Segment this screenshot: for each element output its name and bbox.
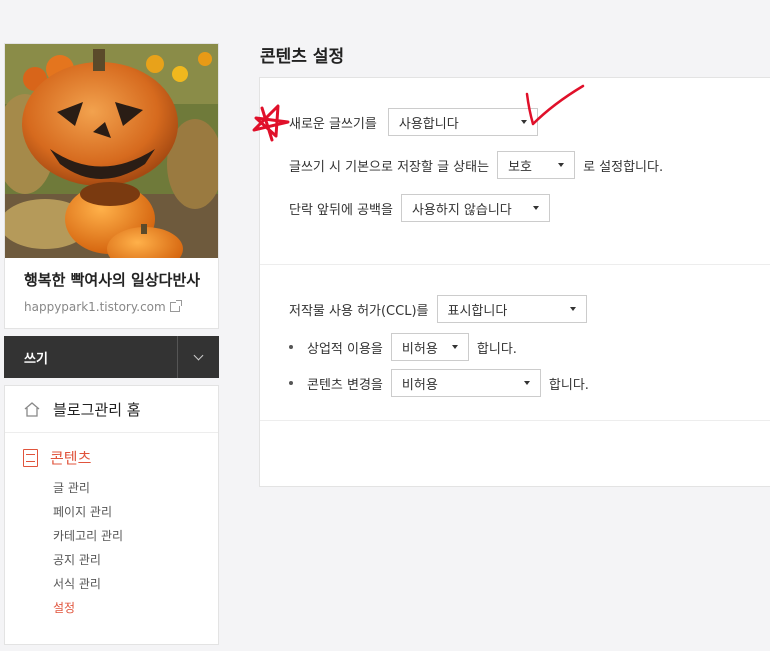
dropdown-arrow-icon [523,381,530,385]
default-status-suffix: 로 설정합니다. [583,159,664,175]
submenu-item-templates[interactable]: 서식 관리 [53,572,218,596]
ccl-select[interactable]: 표시합니다 [436,295,587,323]
write-button[interactable]: 쓰기 [24,348,48,367]
admin-menu: 블로그관리 홈 콘텐츠 글 관리 페이지 관리 카테고리 관리 공지 관리 서식… [4,385,219,645]
commercial-use-label: 상업적 이용을 [307,341,383,357]
commercial-use-select-value: 비허용 [401,341,438,357]
modification-row: 콘텐츠 변경을 비허용 합니다. [289,369,589,397]
modification-suffix: 합니다. [548,377,589,393]
external-link-icon[interactable] [169,300,182,312]
modification-select-value: 비허용 [401,377,438,393]
editor-settings-section: 새로운 글쓰기를 사용합니다 글쓰기 시 기본으로 저장할 글 상태는 보호 로… [260,78,770,265]
content-settings-panel: 새로운 글쓰기를 사용합니다 글쓰기 시 기본으로 저장할 글 상태는 보호 로… [259,77,770,487]
default-status-label: 글쓰기 시 기본으로 저장할 글 상태는 [289,159,490,175]
paragraph-spacing-select[interactable]: 사용하지 않습니다 [400,194,550,222]
write-options-toggle[interactable] [177,336,219,378]
page-title: 콘텐츠 설정 [260,47,345,67]
ccl-row: 저작물 사용 허가(CCL)를 표시합니다 [289,295,587,323]
ccl-label: 저작물 사용 허가(CCL)를 [289,303,429,319]
modification-select[interactable]: 비허용 [390,369,541,397]
blog-title[interactable]: 행복한 빡여사의 일상다반사 [24,270,204,291]
new-editor-select[interactable]: 사용합니다 [387,108,538,136]
default-status-row: 글쓰기 시 기본으로 저장할 글 상태는 보호 로 설정합니다. [289,151,663,179]
commercial-use-select[interactable]: 비허용 [390,333,469,361]
menu-section-content-label: 콘텐츠 [50,449,92,467]
submenu-item-posts[interactable]: 글 관리 [53,476,218,500]
new-editor-select-value: 사용합니다 [398,116,459,132]
document-icon [23,448,38,467]
blog-url[interactable]: happypark1.tistory.com [24,300,204,314]
content-submenu: 글 관리 페이지 관리 카테고리 관리 공지 관리 서식 관리 설정 [23,476,218,620]
blog-thumbnail[interactable] [5,44,218,258]
blog-profile-card: 행복한 빡여사의 일상다반사 happypark1.tistory.com [4,43,219,329]
bullet-icon [289,381,293,385]
menu-section-content-head[interactable]: 콘텐츠 [23,447,218,468]
ccl-select-value: 표시합니다 [447,303,508,319]
paragraph-spacing-select-value: 사용하지 않습니다 [411,202,512,218]
ccl-settings-section: 저작물 사용 허가(CCL)를 표시합니다 상업적 이용을 비허용 합니다. 콘… [260,265,770,421]
sidebar: 행복한 빡여사의 일상다반사 happypark1.tistory.com 쓰기… [4,43,219,645]
home-icon [23,401,41,417]
modification-label: 콘텐츠 변경을 [307,377,383,393]
blog-meta: 행복한 빡여사의 일상다반사 happypark1.tistory.com [5,258,218,328]
submenu-item-pages[interactable]: 페이지 관리 [53,500,218,524]
commercial-use-suffix: 합니다. [476,341,517,357]
new-editor-label: 새로운 글쓰기를 [289,116,377,132]
write-bar: 쓰기 [4,336,219,378]
dropdown-arrow-icon [532,206,539,210]
menu-section-content: 콘텐츠 글 관리 페이지 관리 카테고리 관리 공지 관리 서식 관리 설정 [5,433,218,620]
paragraph-spacing-label: 단락 앞뒤에 공백을 [289,202,393,218]
submenu-item-categories[interactable]: 카테고리 관리 [53,524,218,548]
new-editor-row: 새로운 글쓰기를 사용합니다 [289,108,538,136]
submenu-item-settings[interactable]: 설정 [53,596,218,620]
dropdown-arrow-icon [451,345,458,349]
dropdown-arrow-icon [569,307,576,311]
submenu-item-notices[interactable]: 공지 관리 [53,548,218,572]
menu-home-label: 블로그관리 홈 [53,400,141,419]
paragraph-spacing-row: 단락 앞뒤에 공백을 사용하지 않습니다 [289,194,550,222]
bullet-icon [289,345,293,349]
dropdown-arrow-icon [558,163,565,167]
default-status-select[interactable]: 보호 [497,151,576,179]
commercial-use-row: 상업적 이용을 비허용 합니다. [289,333,517,361]
default-status-select-value: 보호 [508,159,532,175]
blog-url-text[interactable]: happypark1.tistory.com [24,300,166,314]
chevron-down-icon [193,350,204,360]
menu-home[interactable]: 블로그관리 홈 [5,386,218,433]
dropdown-arrow-icon [520,120,527,124]
